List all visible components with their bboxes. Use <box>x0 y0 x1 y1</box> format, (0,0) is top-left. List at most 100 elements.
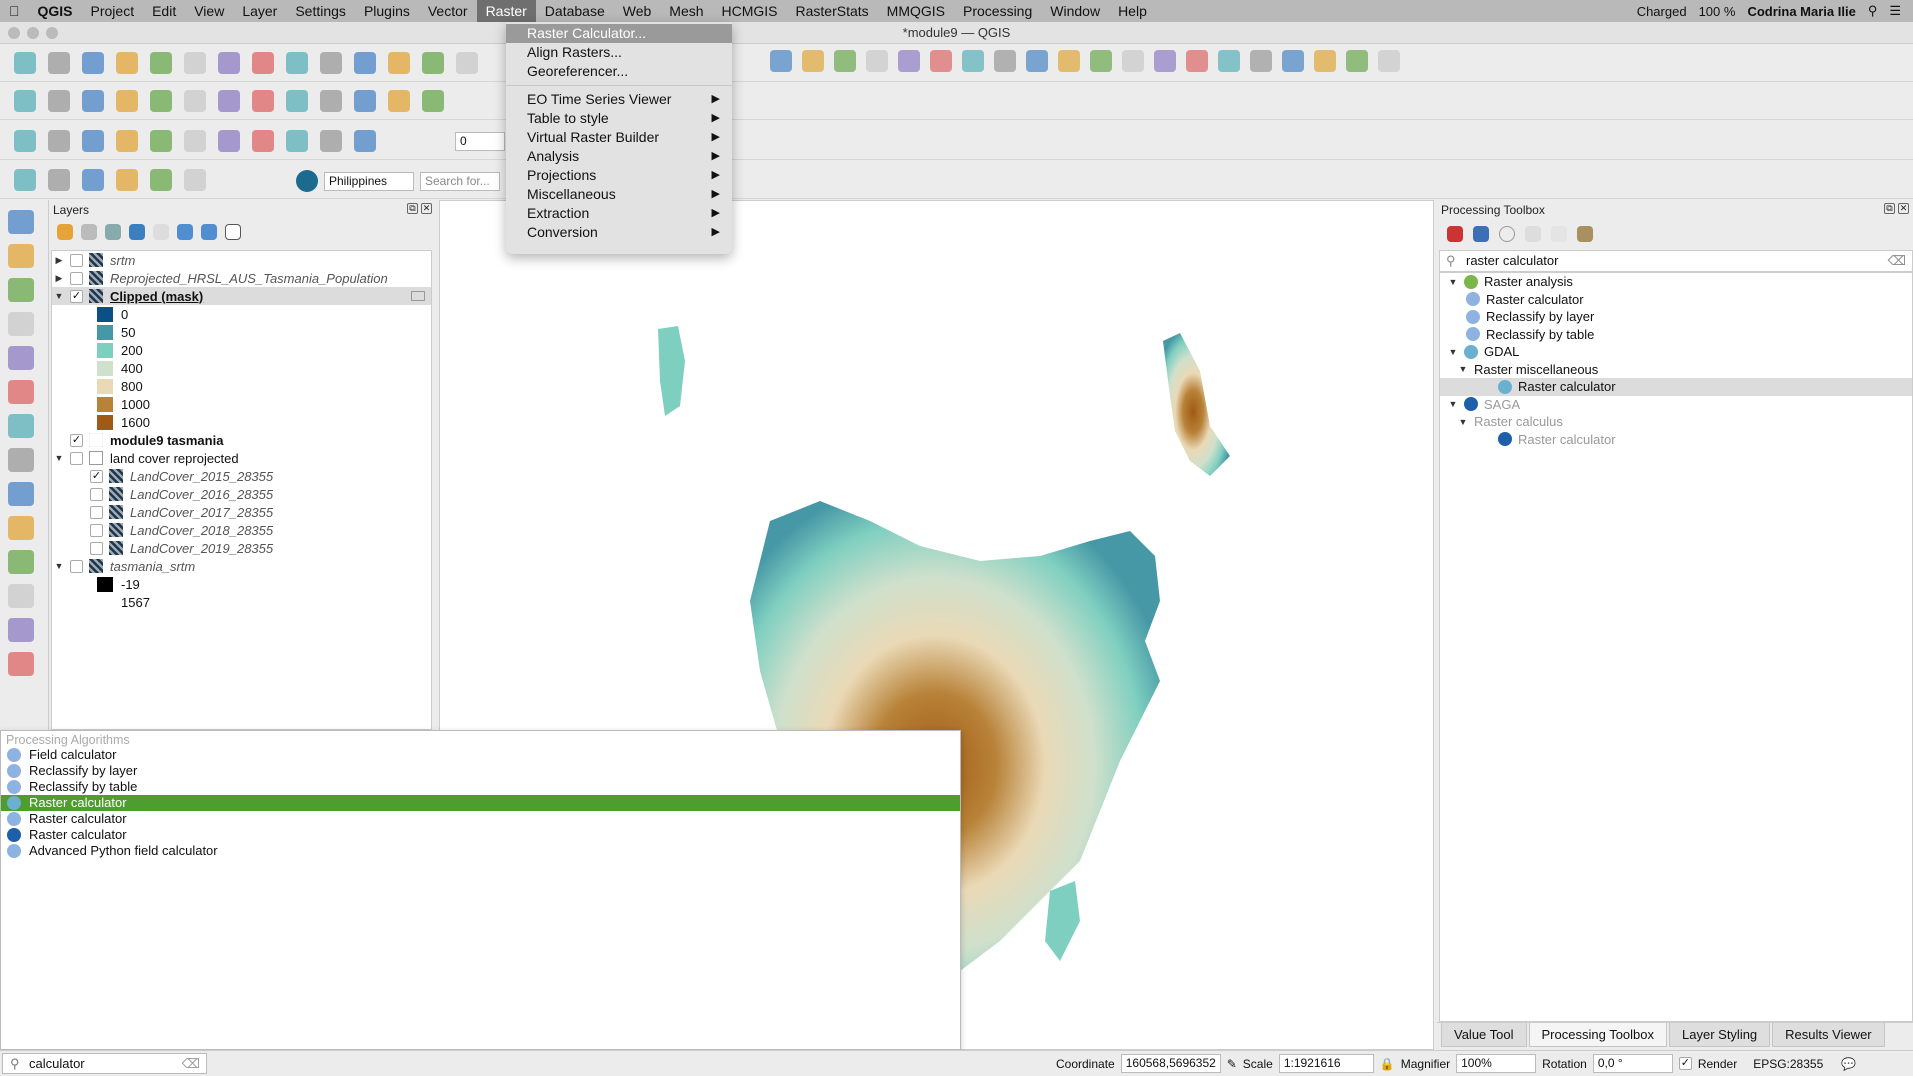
menu-qgis[interactable]: QGIS <box>29 0 82 22</box>
expand-arrow-icon[interactable]: ▶ <box>52 273 66 284</box>
close-panel-button[interactable]: ✕ <box>1898 203 1909 214</box>
layer-visibility-checkbox[interactable] <box>70 451 83 465</box>
history-icon[interactable] <box>1499 226 1515 242</box>
tab-processing-toolbox[interactable]: Processing Toolbox <box>1528 1023 1668 1047</box>
shape-digitize-icon[interactable] <box>14 129 36 152</box>
layer-visibility-checkbox[interactable]: ✓ <box>90 469 103 483</box>
menu-processing[interactable]: Processing <box>954 0 1041 22</box>
new-project-icon[interactable] <box>14 51 36 74</box>
float-panel-button[interactable]: ⧉ <box>407 203 418 214</box>
copy-icon[interactable] <box>252 89 274 112</box>
digitize-icon[interactable] <box>14 89 36 112</box>
layers-icon[interactable] <box>1282 50 1304 72</box>
locator-result[interactable]: Reclassify by layer <box>1 763 960 779</box>
spotlight-icon[interactable]: ⚲ <box>1868 3 1878 19</box>
toolbox-tree-item[interactable]: ▼ Raster miscellaneous <box>1440 361 1912 379</box>
add-postgis-icon[interactable] <box>8 414 34 438</box>
add-wcs-icon[interactable] <box>8 482 34 506</box>
layer-item[interactable]: LandCover_2017_28355 <box>52 503 431 521</box>
menu-settings[interactable]: Settings <box>286 0 355 22</box>
magnifier-field[interactable]: 100% <box>1456 1054 1537 1073</box>
scale-field[interactable]: 1:1921616 <box>1278 1054 1374 1073</box>
menu-rasterstats[interactable]: RasterStats <box>787 0 878 22</box>
layer-indicator-icon[interactable] <box>411 291 425 301</box>
identify-icon[interactable] <box>770 50 792 72</box>
menu-item-georeferencer[interactable]: Georeferencer... <box>506 62 732 81</box>
layer-item[interactable]: ▼ land cover reprojected <box>52 449 431 467</box>
collapse-all-icon[interactable] <box>201 224 217 240</box>
layer-visibility-checkbox[interactable] <box>90 487 103 501</box>
add-mesh-layer-icon[interactable] <box>8 278 34 302</box>
save-project-icon[interactable] <box>82 51 104 74</box>
annotations-icon[interactable] <box>994 50 1016 72</box>
collapse-arrow-icon[interactable]: ▼ <box>52 453 66 463</box>
menu-view[interactable]: View <box>185 0 233 22</box>
control-center-icon[interactable]: ☰ <box>1889 3 1901 19</box>
rotation-field[interactable]: 0,0 ° <box>1592 1054 1673 1073</box>
menu-mesh[interactable]: Mesh <box>660 0 712 22</box>
crs-button[interactable]: EPSG:28355 <box>1753 1057 1823 1071</box>
pdf-icon[interactable] <box>1186 50 1208 72</box>
submenu-extraction[interactable]: Extraction ▶ <box>506 204 732 223</box>
apple-menu[interactable]:  <box>0 0 29 22</box>
toolbox-tree-item[interactable]: ▼ SAGA <box>1440 396 1912 414</box>
menu-help[interactable]: Help <box>1109 0 1156 22</box>
options-wrench-icon[interactable] <box>1577 226 1593 242</box>
move-feature-icon[interactable] <box>150 89 172 112</box>
zoom-selection-icon[interactable] <box>422 51 444 74</box>
add-feature-icon[interactable] <box>116 89 138 112</box>
layer-item[interactable]: ▼ tasmania_srtm <box>52 557 431 575</box>
submenu-analysis[interactable]: Analysis ▶ <box>506 147 732 166</box>
submenu-projections[interactable]: Projections ▶ <box>506 166 732 185</box>
expand-all-icon[interactable] <box>177 224 193 240</box>
undo-icon[interactable] <box>320 89 342 112</box>
layout-manager-icon[interactable] <box>150 51 172 74</box>
tab-value-tool[interactable]: Value Tool <box>1441 1023 1527 1047</box>
layer-item[interactable]: ✓ module9 tasmania <box>52 431 431 449</box>
model-icon[interactable] <box>1090 50 1112 72</box>
tab-results-viewer[interactable]: Results Viewer <box>1772 1023 1885 1047</box>
lock-scale-icon[interactable]: 🔒 <box>1380 1057 1395 1071</box>
locator-result[interactable]: Raster calculator <box>1 811 960 827</box>
menu-vector[interactable]: Vector <box>419 0 477 22</box>
coordinate-field[interactable]: 160568,5696352 <box>1120 1054 1221 1073</box>
menu-mmqgis[interactable]: MMQGIS <box>878 0 954 22</box>
collapse-arrow-icon[interactable]: ▼ <box>1446 399 1460 409</box>
open-project-icon[interactable] <box>48 51 70 74</box>
search-for-input[interactable]: Search for... <box>420 171 500 191</box>
cut-icon[interactable] <box>218 89 240 112</box>
add-virtual-layer-icon[interactable] <box>8 380 34 404</box>
layer-item[interactable]: LandCover_2018_28355 <box>52 521 431 539</box>
query-builder-icon[interactable] <box>422 89 444 112</box>
locator-result[interactable]: Field calculator <box>1 747 960 763</box>
save-edits-icon[interactable] <box>82 89 104 112</box>
polygon-icon[interactable] <box>82 129 104 152</box>
point-icon[interactable] <box>116 129 138 152</box>
menu-hcmgis[interactable]: HCMGIS <box>713 0 787 22</box>
add-wfs-icon[interactable] <box>8 516 34 540</box>
processing-tool-icon[interactable] <box>8 584 34 608</box>
deselect-icon[interactable] <box>48 168 70 191</box>
layer-item[interactable]: LandCover_2019_28355 <box>52 539 431 557</box>
collapse-arrow-icon[interactable]: ▼ <box>52 561 66 571</box>
layer-visibility-checkbox[interactable] <box>90 505 103 519</box>
results-icon[interactable] <box>1525 226 1541 242</box>
remove-layer-icon[interactable] <box>225 224 241 240</box>
zoom-full-icon[interactable] <box>354 51 376 74</box>
clear-search-icon[interactable]: ⌫ <box>182 1054 200 1073</box>
layer-visibility-checkbox[interactable] <box>70 253 83 267</box>
print-layout-icon[interactable] <box>116 51 138 74</box>
locator-result[interactable]: Raster calculator <box>1 827 960 843</box>
zoom-native-icon[interactable] <box>456 51 478 74</box>
clear-search-icon[interactable]: ⌫ <box>1888 251 1906 271</box>
submenu-table-to-style[interactable]: Table to style ▶ <box>506 109 732 128</box>
sticky-note-icon[interactable] <box>150 168 172 191</box>
menu-web[interactable]: Web <box>614 0 661 22</box>
refresh-icon[interactable] <box>8 618 34 642</box>
locator-result[interactable]: Raster calculator <box>1 795 960 811</box>
menu-project[interactable]: Project <box>82 0 144 22</box>
locator-search-input[interactable]: ⚲ calculator ⌫ <box>2 1053 207 1074</box>
pan-icon[interactable] <box>218 51 240 74</box>
locator-search-icon[interactable] <box>296 170 318 192</box>
split-icon[interactable] <box>286 129 308 152</box>
